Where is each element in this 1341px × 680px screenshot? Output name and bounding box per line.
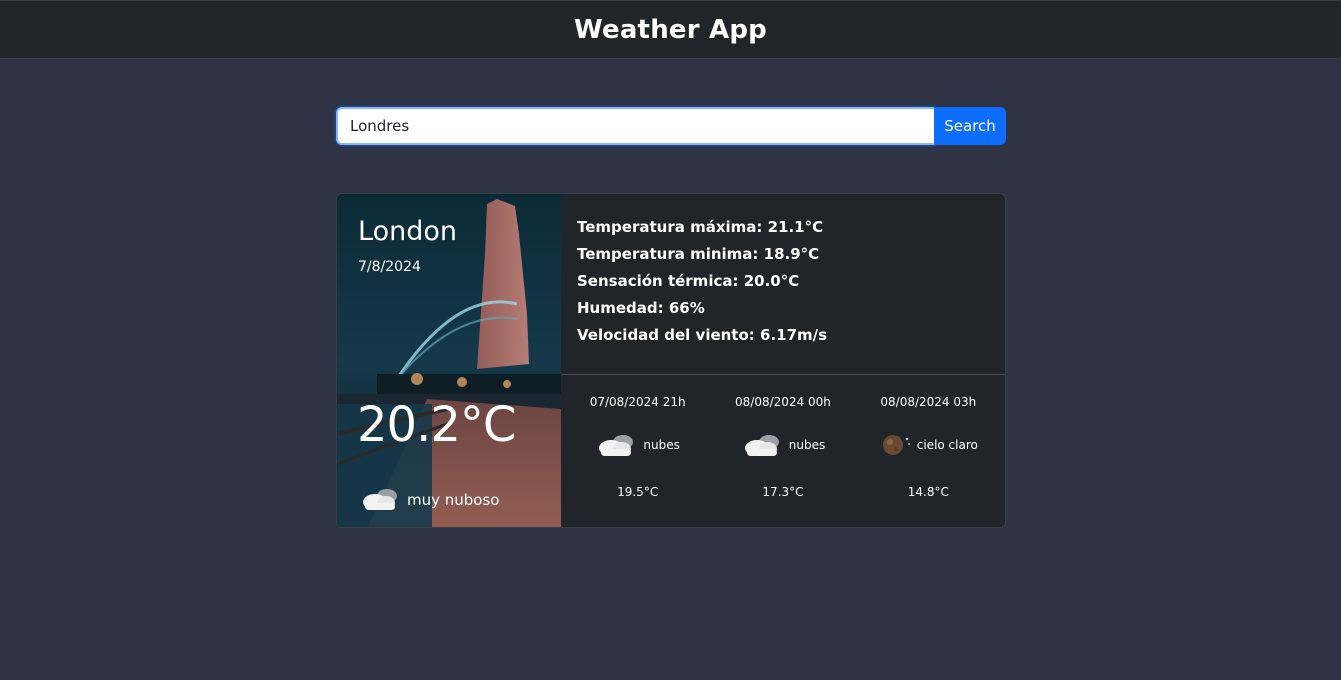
details-panel: Temperatura máxima: 21.1°C Temperatura m… [561,194,1005,527]
forecast-temperature: 14.8°C [907,485,949,499]
max-temperature: Temperatura máxima: 21.1°C [577,218,824,236]
weather-stats: Temperatura máxima: 21.1°C Temperatura m… [561,194,1005,375]
forecast-time: 08/08/2024 00h [735,395,831,409]
min-temperature: Temperatura minima: 18.9°C [577,245,820,263]
search-button[interactable]: Search [934,107,1006,145]
condition-label: muy nuboso [407,491,500,509]
clouds-icon [595,430,639,461]
forecast-item: 07/08/2024 21h nubes 19.5°C [568,375,708,527]
search-form: Search [336,107,1006,145]
current-condition: muy nuboso [359,484,499,516]
forecast-temperature: 19.5°C [617,485,659,499]
forecast-item: 08/08/2024 00h nubes 17.3°C [713,375,853,527]
app-header: Weather App [0,0,1341,59]
current-date: 7/8/2024 [358,259,421,275]
forecast-description: cielo claro [916,438,978,452]
forecast-time: 08/08/2024 03h [880,395,977,409]
forecast-temperature: 17.3°C [762,485,804,499]
moon-clear-icon [879,430,913,461]
clouds-icon [741,430,785,461]
forecast-item: 08/08/2024 03h cielo claro 14.8°C [858,375,998,527]
forecast-description: nubes [643,438,680,452]
forecast-description: nubes [788,438,826,452]
feels-like: Sensación térmica: 20.0°C [577,272,800,290]
forecast-list: 07/08/2024 21h nubes 19.5°C 08/08/2024 0… [561,375,1005,527]
app-title: Weather App [574,14,767,45]
wind-speed: Velocidad del viento: 6.17m/s [577,326,828,344]
clouds-icon [359,484,403,516]
current-weather-panel: London 7/8/2024 20.2°C muy nuboso [337,194,561,527]
humidity: Humedad: 66% [577,299,705,317]
forecast-time: 07/08/2024 21h [589,395,686,409]
current-temperature: 20.2°C [357,397,516,453]
city-name: London [358,216,457,247]
search-input[interactable] [336,107,934,145]
weather-card: London 7/8/2024 20.2°C muy nuboso Temper… [336,193,1006,528]
